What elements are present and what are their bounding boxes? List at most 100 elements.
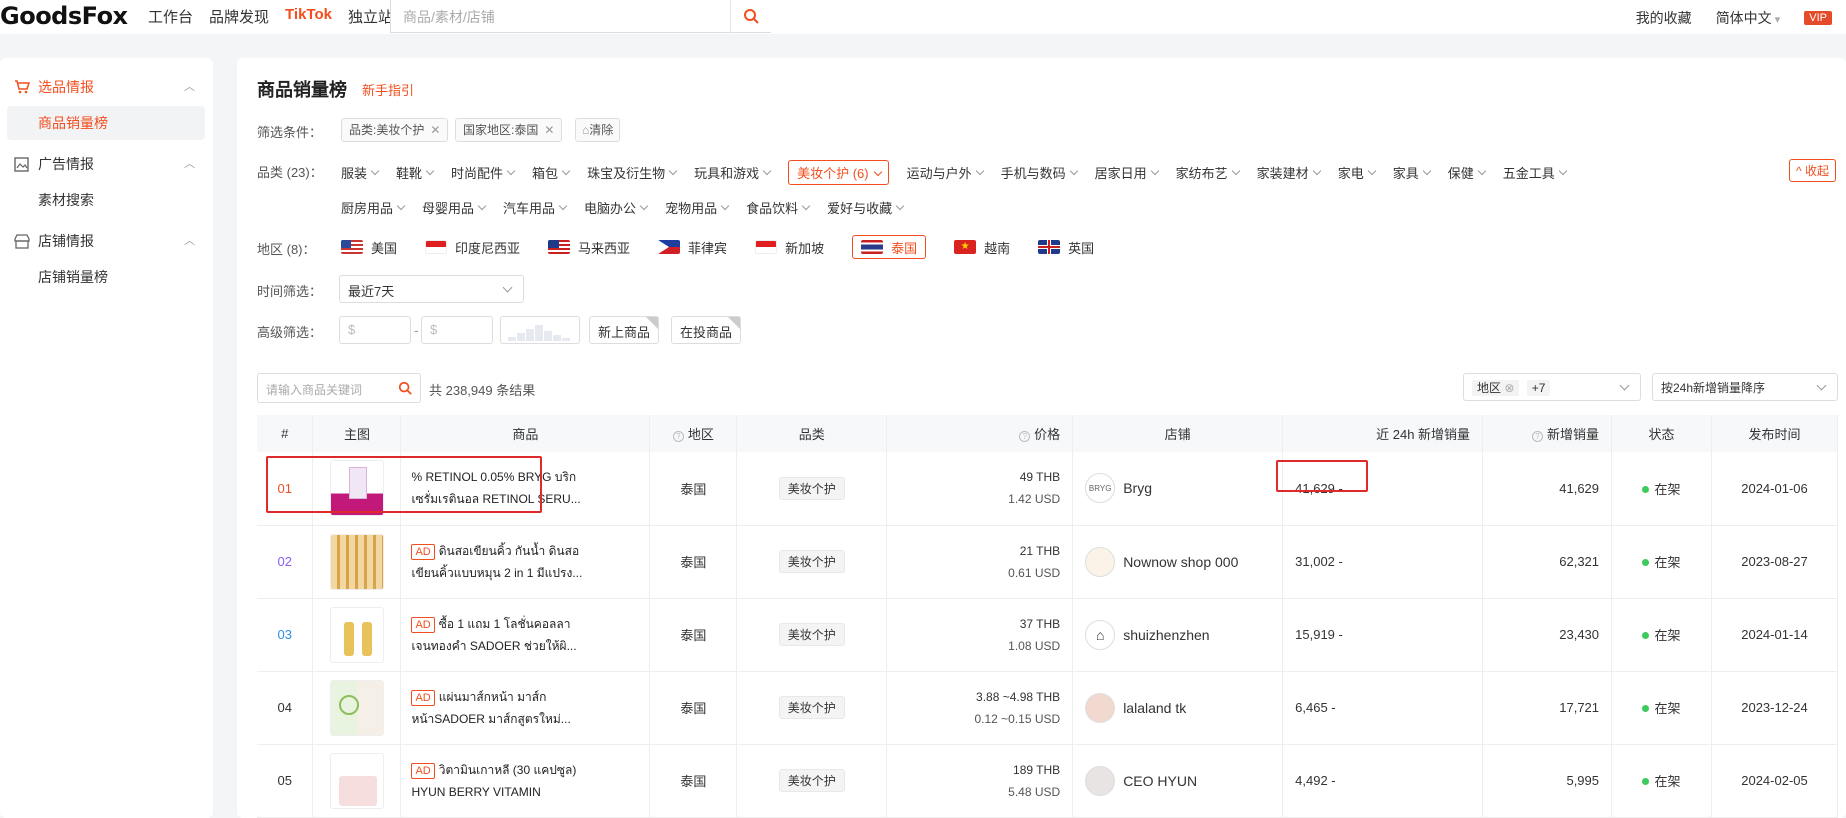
my-favorites-link[interactable]: 我的收藏 (1636, 8, 1692, 28)
category-furniture[interactable]: 家具 (1393, 163, 1430, 185)
category-phones[interactable]: 手机与数码 (1001, 163, 1077, 185)
global-search-input[interactable]: 商品/素材/店铺 (390, 0, 771, 33)
search-icon[interactable] (398, 381, 412, 395)
category-textiles[interactable]: 家纺布艺 (1176, 163, 1239, 185)
region-malaysia[interactable]: 马来西亚 (548, 235, 630, 259)
sidebar-group-ad-intel[interactable]: 广告情报 ︿ (0, 145, 213, 183)
product-name[interactable]: AD ดินสอเขียนคิ้ว กันน้ำ ดินสอเขียนคิ้วแบ… (401, 540, 583, 584)
category-hardware[interactable]: 五金工具 (1503, 163, 1566, 185)
category-food[interactable]: 食品饮料 (746, 198, 809, 217)
category-shoes[interactable]: 鞋靴 (396, 163, 433, 185)
vip-badge[interactable]: VIP (1804, 11, 1832, 25)
shop-avatar (1085, 546, 1116, 577)
close-icon[interactable]: ✕ (430, 123, 440, 137)
price-histogram[interactable] (500, 316, 580, 344)
price-max-input[interactable]: $ (421, 316, 493, 344)
nav-standalone-site[interactable]: 独立站 (348, 6, 393, 27)
category-pets[interactable]: 宠物用品 (665, 198, 728, 217)
row-category-cell: 美妆个护 (736, 525, 888, 599)
sidebar-item-creative-search[interactable]: 素材搜索 (7, 183, 205, 217)
category-fashion-accessories[interactable]: 时尚配件 (451, 163, 514, 185)
price-min-input[interactable]: $ (339, 316, 411, 344)
category-sports[interactable]: 运动与户外 (907, 163, 983, 185)
category-jewelry[interactable]: 珠宝及衍生物 (587, 163, 676, 185)
shop-link[interactable]: CEO HYUN (1073, 765, 1282, 796)
category-health[interactable]: 保健 (1448, 163, 1485, 185)
category-home[interactable]: 居家日用 (1095, 163, 1158, 185)
category-appliances[interactable]: 家电 (1338, 163, 1375, 185)
goodsfox-logo[interactable]: GoodsFox (0, 2, 128, 30)
col-24h-sales[interactable]: 近 24h 新增销量 (1282, 415, 1484, 452)
close-icon[interactable]: ✕ (544, 123, 554, 137)
clear-filters-button[interactable]: ⌂清除 (575, 118, 621, 142)
category-bags[interactable]: 箱包 (532, 163, 569, 185)
region-indonesia[interactable]: 印度尼西亚 (425, 235, 520, 259)
region-thailand[interactable]: 泰国 (852, 235, 927, 259)
col-new-sales[interactable]: ? 新增销量 (1482, 415, 1613, 452)
region-singapore[interactable]: 新加坡 (755, 235, 824, 259)
region-uk[interactable]: 英国 (1038, 235, 1094, 259)
region-tag-label: 地区 (1477, 381, 1502, 395)
shop-link[interactable]: lalaland tk (1073, 692, 1282, 723)
sidebar-item-product-sales-rank[interactable]: 商品销量榜 (7, 106, 205, 140)
product-keyword-input[interactable]: 请输入商品关键词 (257, 373, 421, 403)
language-select[interactable]: 简体中文 (1716, 8, 1781, 28)
info-icon[interactable]: ? (672, 431, 684, 442)
region-us[interactable]: 美国 (341, 235, 397, 259)
global-search-placeholder: 商品/素材/店铺 (403, 9, 495, 25)
table-row[interactable]: 02 AD ดินสอเขียนคิ้ว กันน้ำ ดินสอเขียนคิ้… (257, 525, 1839, 599)
category-clothing[interactable]: 服装 (341, 163, 378, 185)
info-icon[interactable]: ? (1532, 431, 1543, 442)
category-auto[interactable]: 汽车用品 (503, 198, 566, 217)
category-beauty[interactable]: 美妆个护 (6) (788, 160, 889, 185)
product-image[interactable] (329, 533, 384, 590)
filter-chip-category[interactable]: 品类:美妆个护 ✕ (341, 118, 449, 142)
shop-link[interactable]: Nownow shop 000 (1073, 546, 1282, 577)
product-image[interactable] (329, 752, 384, 809)
time-range-select[interactable]: 最近7天 (339, 275, 524, 303)
nav-tiktok[interactable]: TikTok (285, 6, 332, 27)
filter-chip-region[interactable]: 国家地区:泰国 ✕ (455, 118, 563, 142)
nav-workbench[interactable]: 工作台 (148, 6, 193, 27)
product-name[interactable]: AD แผ่นมาส์กหน้า มาส์กหน้าSADOER มาส์กสูต… (401, 686, 583, 730)
region-philippines[interactable]: 菲律宾 (658, 235, 727, 259)
sidebar-group-product-intel[interactable]: 选品情报 ︿ (0, 68, 213, 106)
thailand-flag-icon (861, 240, 884, 254)
product-name[interactable]: AD ซื้อ 1 แถม 1 โลชั่นคอลลาเจนทองคำ SADOE… (401, 613, 583, 657)
advertised-products-toggle[interactable]: 在投商品 (671, 316, 742, 344)
info-icon[interactable]: ? (1019, 431, 1031, 442)
product-image[interactable] (329, 679, 384, 736)
category-kitchen[interactable]: 厨房用品 (341, 198, 404, 217)
nav-brand-discovery[interactable]: 品牌发现 (209, 6, 269, 27)
close-icon[interactable]: ⊗ (1504, 381, 1514, 395)
collapse-button[interactable]: ^ 收起 (1789, 159, 1836, 182)
table-row[interactable]: 05 AD วิตามินเกาหลี (30 แคปซูล) HYUN BERR… (257, 744, 1839, 818)
sidebar-group-shop-intel[interactable]: 店铺情报 ︿ (0, 222, 213, 260)
col-price-label: 价格 (1034, 427, 1061, 442)
category-office[interactable]: 电脑办公 (584, 198, 647, 217)
shop-avatar (1085, 692, 1116, 723)
table-row[interactable]: 04 AD แผ่นมาส์กหน้า มาส์กหน้าSADOER มาส์ก… (257, 671, 1839, 745)
col-product: 商品 (400, 415, 651, 452)
product-name[interactable]: AD วิตามินเกาหลี (30 แคปซูล) HYUN BERRY V… (401, 759, 583, 803)
region-multi-select[interactable]: 地区 ⊗ +7 (1463, 373, 1641, 401)
global-search-button[interactable] (730, 0, 771, 33)
sidebar-item-shop-sales-rank[interactable]: 店铺销量榜 (7, 260, 205, 294)
shop-link[interactable]: ⌂ shuizhenzhen (1073, 619, 1282, 650)
product-image[interactable] (329, 606, 384, 663)
beginner-guide-link[interactable]: 新手指引 (362, 80, 414, 99)
chip-label: 品类:美妆个护 (349, 123, 425, 137)
region-vietnam[interactable]: ★ 越南 (954, 235, 1010, 259)
new-products-toggle[interactable]: 新上商品 (589, 316, 660, 344)
row-thumb-cell (312, 525, 402, 599)
category-baby[interactable]: 母婴用品 (422, 198, 485, 217)
ad-badge: AD (411, 689, 435, 706)
col-publish-date[interactable]: 发布时间 (1711, 415, 1839, 452)
region-label: 英国 (1068, 240, 1095, 256)
shop-link[interactable]: BRYG Bryg (1073, 473, 1282, 504)
table-row[interactable]: 03 AD ซื้อ 1 แถม 1 โลชั่นคอลลาเจนทองคำ SA… (257, 598, 1839, 672)
sort-select[interactable]: 按24h新增销量降序 (1652, 373, 1838, 401)
category-building[interactable]: 家装建材 (1257, 163, 1320, 185)
category-toys[interactable]: 玩具和游戏 (694, 163, 770, 185)
category-hobbies[interactable]: 爱好与收藏 (827, 198, 903, 217)
